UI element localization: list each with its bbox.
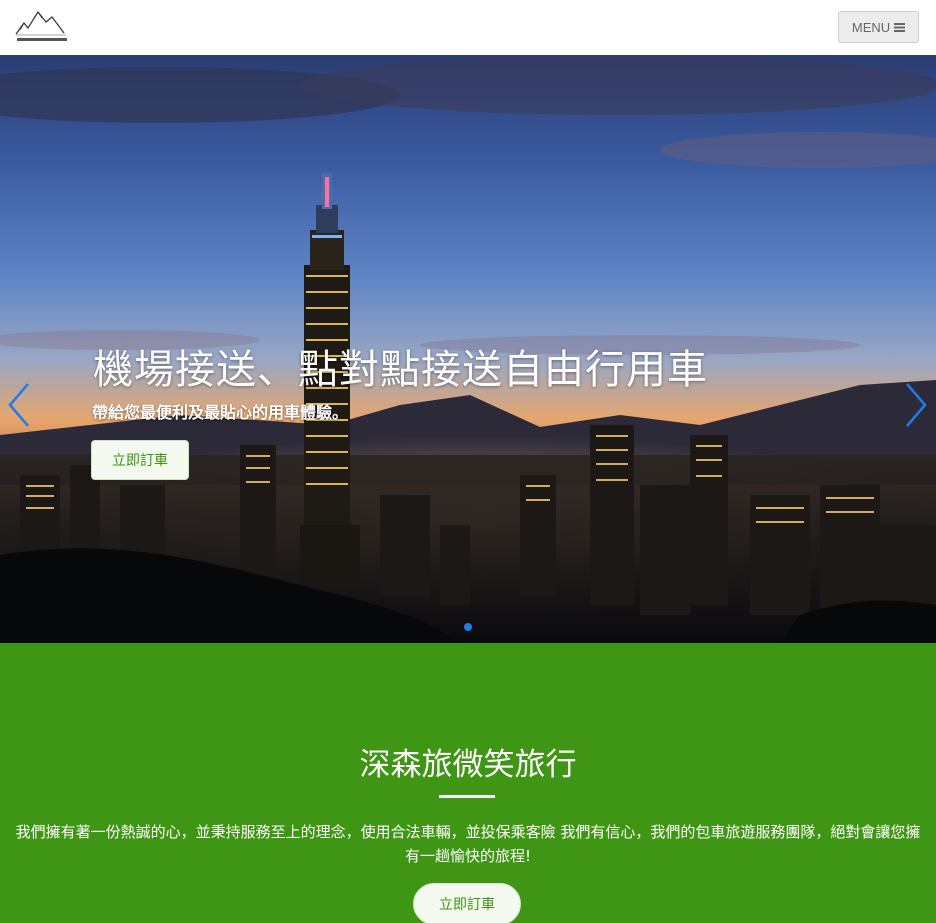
title-divider: [439, 795, 495, 798]
hero-subtitle: 帶給您最便利及最貼心的用車體驗。: [92, 403, 349, 422]
chevron-left-icon: [8, 383, 29, 427]
bars-icon: [894, 22, 906, 32]
carousel-next-button[interactable]: [903, 382, 929, 428]
navbar: MENU: [0, 0, 936, 55]
brand-logo[interactable]: [14, 6, 70, 46]
chevron-right-icon: [906, 383, 927, 427]
hero-title: 機場接送、點對點接送自由行用車: [93, 347, 708, 393]
carousel-indicators: [464, 623, 472, 631]
hero-carousel: 機場接送、點對點接送自由行用車 帶給您最便利及最貼心的用車體驗。 立即訂車: [0, 55, 936, 643]
carousel-prev-button[interactable]: [6, 382, 32, 428]
about-book-now-button[interactable]: 立即訂車: [413, 883, 521, 923]
about-description: 我們擁有著一份熱誠的心，並秉持服務至上的理念，使用合法車輛，並投保乘客險 我們有…: [15, 823, 921, 865]
menu-label: MENU: [851, 19, 891, 35]
about-title: 深森旅微笑旅行: [359, 747, 577, 783]
carousel-indicator-active[interactable]: [464, 623, 472, 631]
hero-book-now-button[interactable]: 立即訂車: [91, 440, 189, 480]
menu-button[interactable]: MENU: [838, 11, 919, 43]
about-section: 深森旅微笑旅行 我們擁有著一份熱誠的心，並秉持服務至上的理念，使用合法車輛，並投…: [0, 643, 936, 923]
